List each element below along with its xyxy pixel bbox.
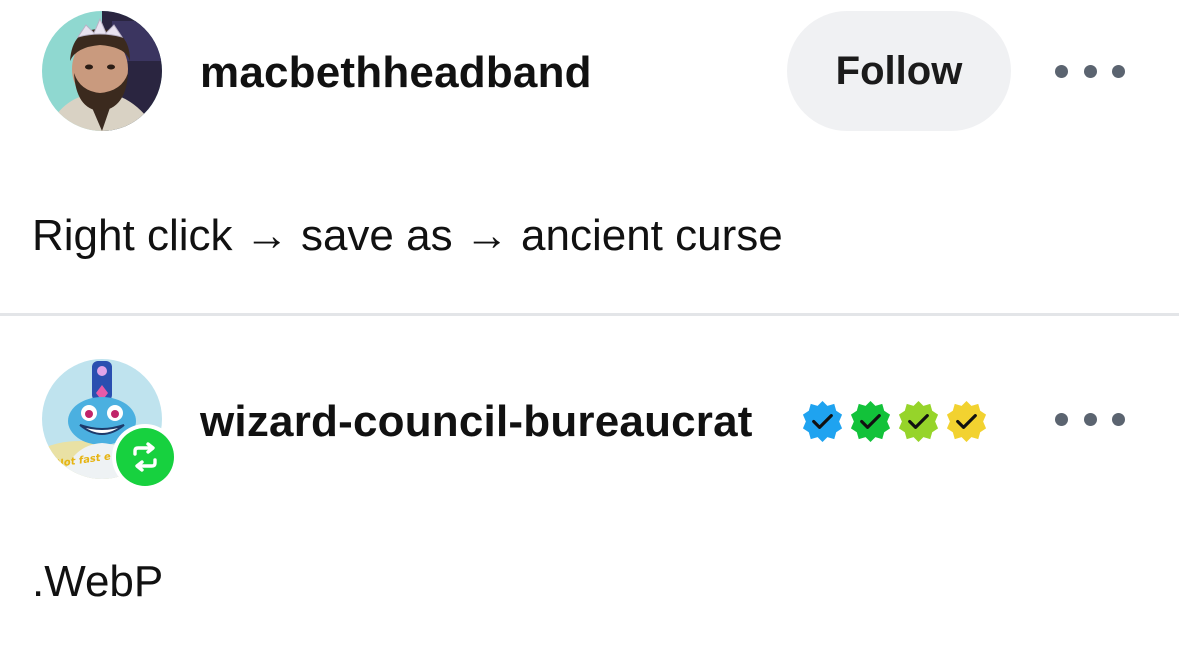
reblog-icon <box>116 428 174 486</box>
follow-button[interactable]: Follow <box>787 11 1011 131</box>
username[interactable]: macbethheadband <box>200 48 592 98</box>
post-wizard-council-bureaucrat: Not fast e wizard-council-bureaucrat .We… <box>0 317 1179 646</box>
verified-badge-yellow-icon <box>946 400 987 442</box>
dot <box>1083 412 1097 426</box>
avatar[interactable] <box>42 11 162 131</box>
dot <box>1055 412 1068 426</box>
verified-badge-green-icon <box>850 400 891 442</box>
avatar-man-with-tiara-icon <box>42 11 162 131</box>
verified-badge-blue-icon <box>802 400 843 442</box>
verified-badges <box>800 398 989 444</box>
verified-badge-lime-icon <box>898 400 939 442</box>
dot <box>1083 64 1097 78</box>
post-macbethheadband: macbethheadband Follow Right click → sav… <box>0 0 1179 315</box>
dot <box>1055 64 1068 78</box>
post-body-text: Right click → save as → ancient curse <box>32 211 783 260</box>
more-options-button[interactable] <box>1055 399 1125 439</box>
reblog-badge <box>112 424 178 490</box>
post-body-text: .WebP <box>32 557 164 606</box>
post-divider <box>0 313 1179 316</box>
username[interactable]: wizard-council-bureaucrat <box>200 397 753 447</box>
dot <box>1112 64 1125 78</box>
more-options-button[interactable] <box>1055 51 1125 91</box>
dot <box>1112 412 1125 426</box>
